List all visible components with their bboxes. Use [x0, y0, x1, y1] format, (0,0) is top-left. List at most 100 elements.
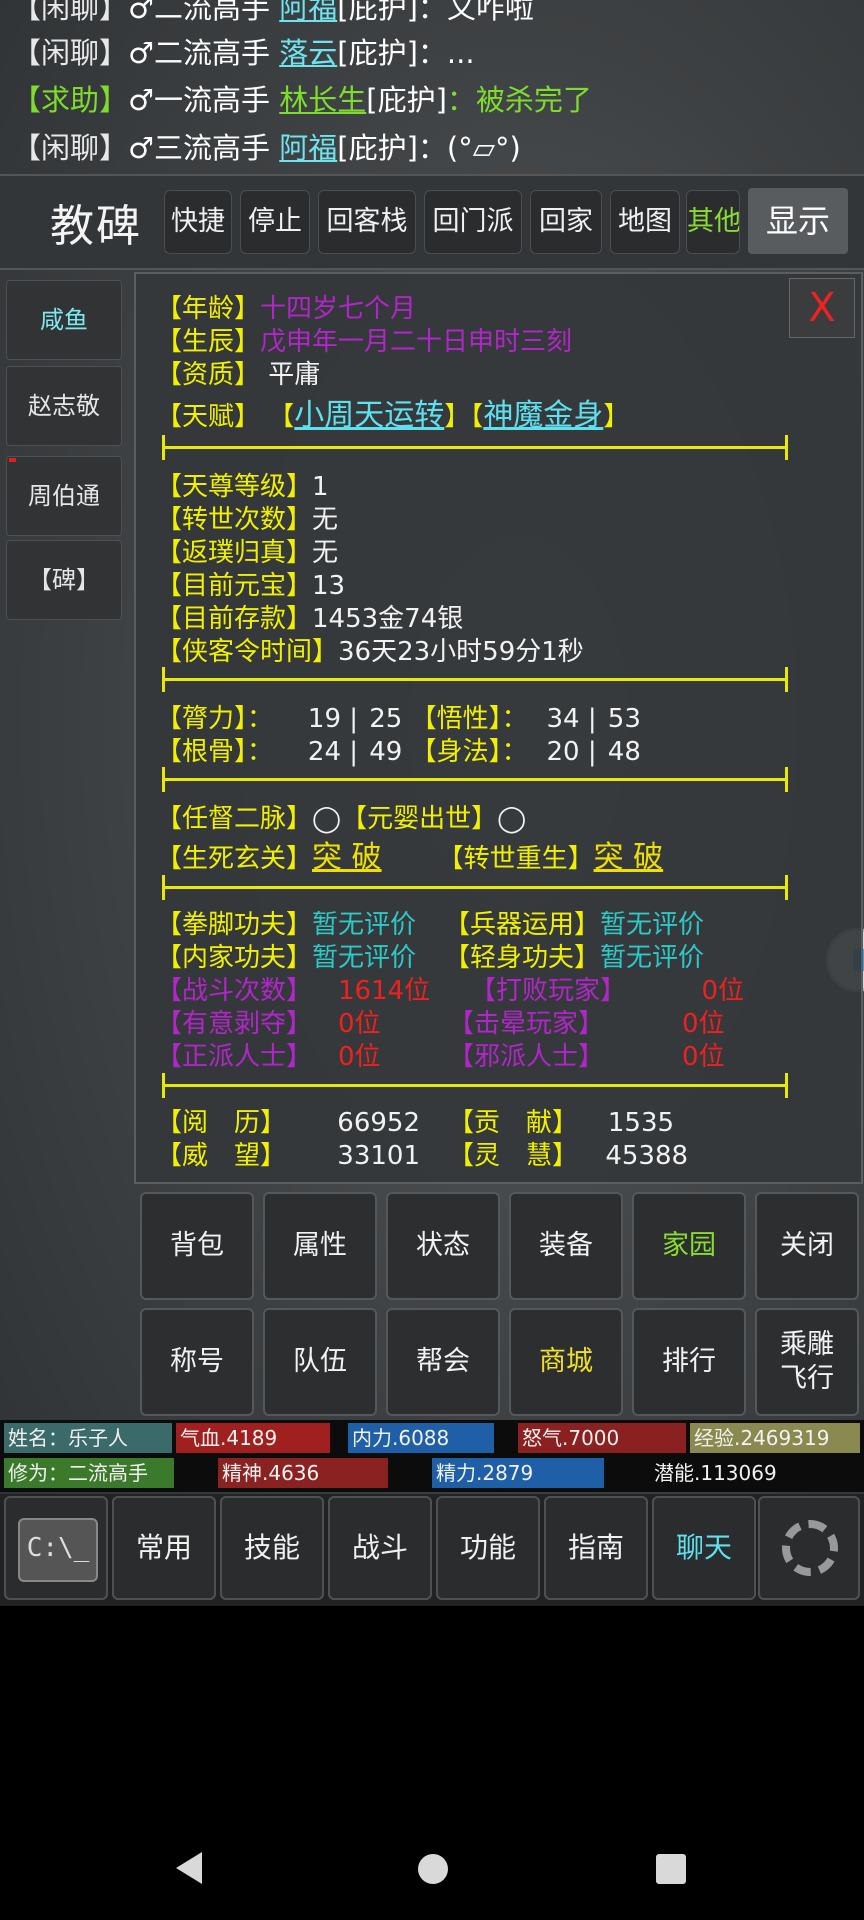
chat-message: ：又咋啦	[417, 0, 534, 25]
guide-button[interactable]: 指南	[544, 1496, 648, 1600]
token-label: 【侠客令时间】	[156, 637, 339, 667]
reincarnation-row: 【转世次数】无	[156, 499, 338, 536]
return-home-button[interactable]: 回家	[530, 190, 602, 254]
npc-tab-stele[interactable]: 【碑】	[6, 540, 122, 620]
skills-button[interactable]: 技能	[220, 1496, 324, 1600]
rank-label: 【有意剥夺】	[156, 1009, 313, 1039]
attr-label: 【膂力】：	[156, 704, 274, 734]
close-menu-button[interactable]: 关闭	[755, 1192, 859, 1300]
attr-current: 34	[546, 704, 580, 734]
attr-label: 【根骨】：	[156, 737, 274, 767]
chat-player-name[interactable]: 林长生	[279, 83, 366, 117]
skill-value: 暂无评价	[600, 910, 705, 940]
meridian-row: 【任督二脉】◯【元婴出世】◯	[156, 798, 526, 835]
wisdom-label: 【灵 慧】	[448, 1141, 579, 1171]
rank-label: 【邪派人士】	[448, 1042, 605, 1072]
chat-line: 【求助】♂一流高手 林长生[庇护]：被杀完了	[12, 76, 592, 124]
chat-log[interactable]: 【闲聊】♂二流高手 阿福[庇护]：又咋啦 【闲聊】♂二流高手 落云[庇护]：..…	[0, 0, 864, 172]
back-icon[interactable]	[176, 1852, 202, 1884]
energy-stat: 精力.2879	[432, 1458, 604, 1488]
chat-player-name[interactable]: 阿福	[279, 0, 337, 25]
chat-channel-tag: 【闲聊】	[12, 131, 129, 165]
backpack-button[interactable]: 背包	[140, 1192, 254, 1300]
yuanying-label: 【元婴出世】	[341, 804, 498, 834]
guild-button[interactable]: 帮会	[386, 1308, 500, 1416]
divider	[162, 1073, 788, 1098]
return-sect-button[interactable]: 回门派	[424, 190, 522, 254]
spirit-stat: 精神.4636	[218, 1458, 388, 1488]
rank-label: 【打败玩家】	[470, 976, 627, 1006]
divider	[162, 435, 788, 460]
exp-label: 【阅 历】	[156, 1108, 287, 1138]
shop-button[interactable]: 商城	[509, 1308, 623, 1416]
skill-label: 【拳脚功夫】	[156, 910, 313, 940]
yuanbao-label: 【目前元宝】	[156, 571, 313, 601]
potential-stat: 潜能.113069	[654, 1461, 777, 1485]
aptitude-value: 平庸	[268, 360, 321, 390]
chat-protect: [庇护]	[337, 0, 418, 25]
cultivation-stat: 修为：二流高手	[4, 1458, 174, 1488]
home-icon[interactable]	[418, 1854, 448, 1884]
common-button[interactable]: 常用	[112, 1496, 216, 1600]
chat-channel-tag: 【闲聊】	[12, 0, 129, 25]
return-inn-button[interactable]: 回客栈	[318, 190, 416, 254]
equipment-button[interactable]: 装备	[509, 1192, 623, 1300]
team-button[interactable]: 队伍	[263, 1308, 377, 1416]
status-button[interactable]: 状态	[386, 1192, 500, 1300]
function-button[interactable]: 功能	[436, 1496, 540, 1600]
title-button[interactable]: 称号	[140, 1308, 254, 1416]
skill-row: 【拳脚功夫】暂无评价 【兵器运用】暂无评价	[156, 904, 704, 941]
lifedeath-row: 【生死玄关】突 破【转世重生】突 破	[156, 832, 663, 876]
character-info-panel[interactable]: X 【年龄】十四岁七个月 【生辰】戊申年一月二十日申时三刻 【资质】 平庸 【天…	[134, 272, 863, 1184]
deposit-row: 【目前存款】1453金74银	[156, 598, 463, 635]
other-button[interactable]: 其他	[686, 190, 740, 254]
rebirth-breakthrough-link[interactable]: 突 破	[594, 840, 664, 875]
eagle-flight-button[interactable]: 乘雕飞行	[755, 1308, 859, 1416]
npc-tab-xianyu[interactable]: 咸鱼	[6, 280, 122, 360]
npc-tab-zhao-zhijing[interactable]: 赵志敬	[6, 366, 122, 446]
return-row: 【返璞归真】无	[156, 532, 338, 569]
close-button[interactable]: X	[789, 278, 855, 338]
chat-line: 【闲聊】♂二流高手 阿福[庇护]：又咋啦	[12, 0, 534, 32]
reincarnation-label: 【转世次数】	[156, 505, 313, 535]
talent-link[interactable]: 小周天运转	[294, 398, 444, 433]
map-button[interactable]: 地图	[610, 190, 680, 254]
divider	[162, 767, 788, 792]
quick-button[interactable]: 快捷	[164, 190, 232, 254]
birth-label: 【生辰】	[156, 327, 261, 357]
system-button[interactable]	[758, 1496, 860, 1600]
attr-max: 53	[607, 704, 641, 734]
contrib-label: 【贡 献】	[448, 1108, 579, 1138]
lifedeath-breakthrough-link[interactable]: 突 破	[312, 840, 382, 875]
token-row: 【侠客令时间】36天23小时59分1秒	[156, 631, 584, 668]
rank-row: 【战斗次数】 1614位 【打败玩家】 0位	[156, 970, 744, 1007]
attributes-button[interactable]: 属性	[263, 1192, 377, 1300]
terminal-icon: C:\_	[18, 1518, 98, 1582]
console-button[interactable]: C:\_	[4, 1496, 108, 1600]
chat-line: 【闲聊】♂三流高手 阿福[庇护]：(°▱°)	[12, 124, 521, 172]
divider	[162, 667, 788, 692]
chat-button[interactable]: 聊天	[652, 1496, 756, 1600]
ranking-button[interactable]: 排行	[632, 1308, 746, 1416]
age-value: 十四岁七个月	[260, 294, 417, 324]
rank-label: 【正派人士】	[156, 1042, 313, 1072]
attr-current: 24	[307, 737, 342, 767]
lifedeath-label: 【生死玄关】	[156, 844, 313, 874]
rank-row: 【正派人士】 0位 【邪派人士】 0位	[156, 1036, 725, 1073]
chat-player-name[interactable]: 阿福	[279, 131, 337, 165]
attr-current: 19	[307, 704, 342, 734]
chat-player-name[interactable]: 落云	[279, 36, 337, 70]
homestead-button[interactable]: 家园	[632, 1192, 746, 1300]
recents-icon[interactable]	[656, 1854, 686, 1884]
combat-button[interactable]: 战斗	[328, 1496, 432, 1600]
talent-link[interactable]: 神魔金身	[483, 398, 603, 433]
chat-channel-tag: 【闲聊】	[12, 36, 129, 70]
rank-label: 【击晕玩家】	[448, 1009, 605, 1039]
show-button[interactable]: 显示	[748, 188, 848, 254]
yuanbao-row: 【目前元宝】13	[156, 565, 345, 602]
chat-rank: ♂二流高手	[128, 0, 271, 25]
game-screen: 【闲聊】♂二流高手 阿福[庇护]：又咋啦 【闲聊】♂二流高手 落云[庇护]：..…	[0, 0, 864, 1606]
npc-tab-zhou-botong[interactable]: 周伯通	[6, 456, 122, 536]
deposit-label: 【目前存款】	[156, 604, 313, 634]
stop-button[interactable]: 停止	[240, 190, 310, 254]
